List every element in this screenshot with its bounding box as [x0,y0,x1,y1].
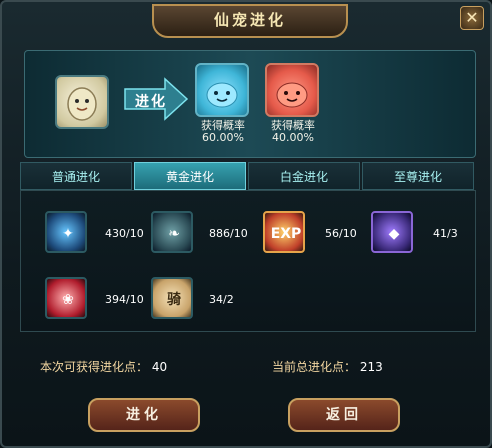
material-mount[interactable]: 骑 [151,277,193,319]
blue-pet-icon [206,82,238,108]
tab-normal[interactable]: 普通进化 [20,162,132,190]
current-points-value: 40 [151,360,168,374]
material-count: 41/3 [433,227,458,240]
source-pet-slot[interactable] [55,75,109,129]
total-points: 当前总进化点： 213 [272,358,383,375]
evolve-label: 进化 [135,94,167,110]
material-blue-shards[interactable]: ✦ [45,211,87,253]
material-count: 430/10 [105,227,144,240]
exp-icon: EXP [270,226,302,242]
back-button[interactable]: 返回 [288,398,400,432]
material-count: 886/10 [209,227,248,240]
material-count: 394/10 [105,293,144,306]
current-points-label: 本次可获得进化点： [40,360,149,374]
result-2-probability: 40.00% [272,131,314,144]
blue-shards-icon: ✦ [62,226,74,242]
result-pet-slot-1[interactable] [195,63,249,117]
material-count: 34/2 [209,293,234,306]
close-icon: ✕ [465,8,479,27]
total-points-label: 当前总进化点： [272,360,357,374]
material-count: 56/10 [325,227,357,240]
gem-icon: ◆ [388,226,400,242]
current-points: 本次可获得进化点： 40 [40,358,167,375]
close-button[interactable]: ✕ [460,6,484,30]
evolution-preview: 进化 获得概率 60.00% 获得概率 40.00% [24,50,476,158]
mount-icon: 骑 [167,292,181,308]
result-pet-slot-2[interactable] [265,63,319,117]
total-points-value: 213 [359,360,383,374]
window-title: 仙宠进化 [152,4,348,38]
evolution-tabs: 普通进化 黄金进化 白金进化 至尊进化 [20,162,476,190]
tab-supreme[interactable]: 至尊进化 [362,162,474,190]
material-exp[interactable]: EXP [263,211,305,253]
material-gem[interactable]: ◆ [371,211,413,253]
pet-evolution-window: 仙宠进化 ✕ 进化 获得概率 60.00% 获得概率 40.00% 普通进化 黄… [0,0,492,448]
rose-icon: ❀ [62,292,74,308]
red-pet-icon [276,82,308,108]
material-leaf[interactable]: ❧ [151,211,193,253]
evolve-button[interactable]: 进化 [88,398,200,432]
materials-panel: ✦ 430/10 ❧ 886/10 EXP 56/10 ◆ 41/3 ❀ 394… [20,190,476,332]
tab-gold[interactable]: 黄金进化 [134,162,246,190]
egg-pet-icon [67,87,97,121]
material-rose[interactable]: ❀ [45,277,87,319]
tab-platinum[interactable]: 白金进化 [248,162,360,190]
result-1-probability: 60.00% [202,131,244,144]
leaf-icon: ❧ [168,226,180,242]
